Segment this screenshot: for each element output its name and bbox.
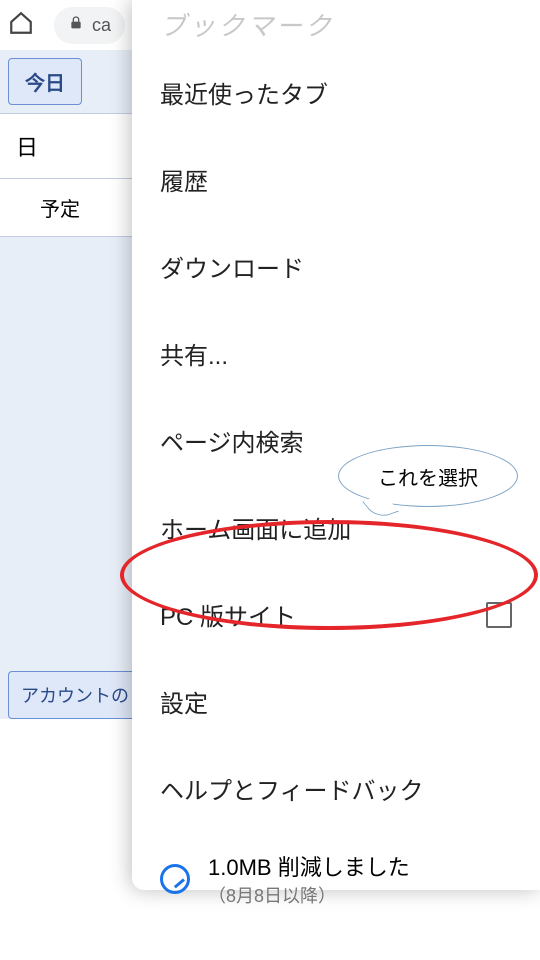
menu-downloads[interactable]: ダウンロード — [132, 223, 540, 310]
menu-help[interactable]: ヘルプとフィードバック — [132, 745, 540, 832]
url-bar[interactable]: ca — [54, 7, 125, 44]
today-chip[interactable]: 今日 — [8, 58, 82, 105]
desktop-site-checkbox[interactable] — [486, 602, 512, 628]
menu-add-home[interactable]: ホーム画面に追加 — [132, 484, 540, 571]
menu-find-in-page[interactable]: ページ内検索 — [132, 397, 540, 484]
data-saved-row[interactable]: 1.0MB 削減しました （8月8日以降） — [132, 832, 540, 926]
data-saved-title: 1.0MB 削減しました — [208, 850, 410, 882]
overflow-menu: ブックマーク 最近使ったタブ 履歴 ダウンロード 共有... ページ内検索 ホー… — [132, 0, 540, 890]
menu-history[interactable]: 履歴 — [132, 136, 540, 223]
menu-ghost-header: ブックマーク — [132, 0, 540, 49]
menu-desktop-site[interactable]: PC 版サイト — [132, 571, 540, 658]
data-saved-sub: （8月8日以降） — [208, 882, 410, 908]
gauge-icon — [160, 864, 190, 894]
lock-icon — [68, 15, 84, 36]
home-icon[interactable] — [8, 10, 54, 41]
menu-settings[interactable]: 設定 — [132, 658, 540, 745]
menu-share[interactable]: 共有... — [132, 310, 540, 397]
url-text: ca — [92, 15, 111, 36]
menu-recent-tabs[interactable]: 最近使ったタブ — [132, 49, 540, 136]
